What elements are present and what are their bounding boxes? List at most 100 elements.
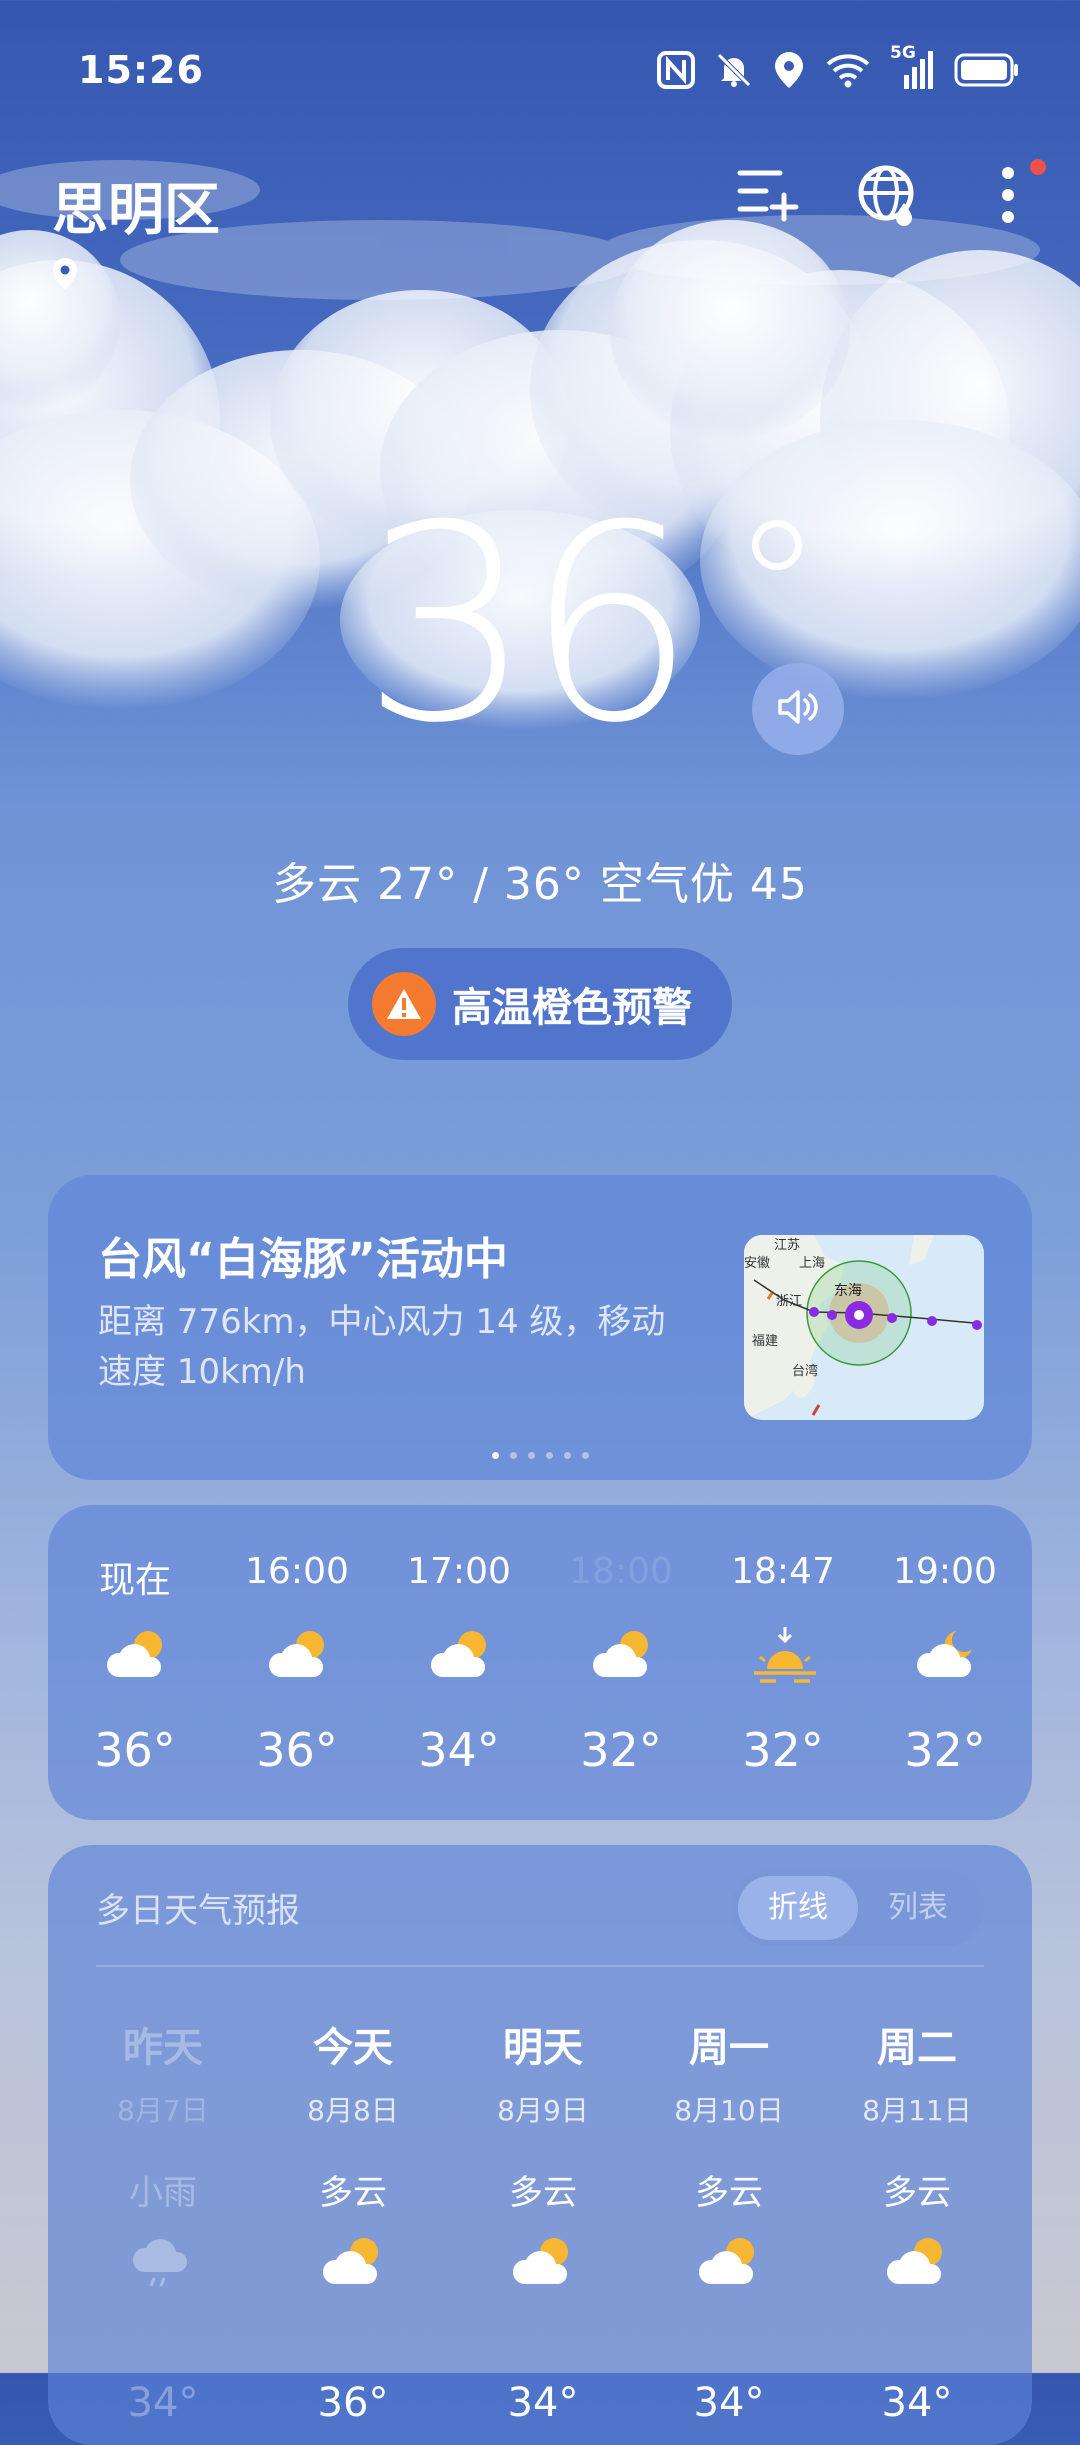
hourly-time: 18:47	[731, 1551, 835, 1592]
daily-item[interactable]: 明天 8月9日 多云 34°	[448, 2015, 638, 2435]
heat-warning-button[interactable]: 高温橙色预警	[348, 948, 732, 1060]
pagination-dot	[581, 1452, 589, 1459]
map-label-donghai: 东海	[834, 1283, 862, 1299]
more-menu-button[interactable]	[976, 159, 1046, 229]
typhoon-description: 距离 776km，中心风力 14 级，移动速度 10km/h	[98, 1302, 666, 1392]
current-temperature: 36	[361, 467, 697, 782]
wifi-icon	[824, 50, 872, 90]
typhoon-title: 台风“白海豚”活动中	[98, 1234, 508, 1285]
hourly-item: 18:00 32°	[546, 1505, 696, 1820]
hourly-time: 16:00	[245, 1551, 349, 1592]
partly-cloudy-icon	[694, 2232, 764, 2292]
pagination-dot	[563, 1452, 571, 1459]
partly-cloudy-icon	[426, 1625, 496, 1689]
rain-icon	[128, 2232, 198, 2292]
hourly-time: 现在	[98, 1560, 171, 1601]
day-date: 8月11日	[862, 2094, 972, 2127]
partly-cloudy-icon	[264, 1625, 334, 1689]
day-date: 8月7日	[117, 2094, 209, 2127]
signal-icon: 5G	[890, 43, 936, 91]
hourly-time: 18:00	[569, 1551, 673, 1592]
warning-icon	[372, 972, 436, 1036]
hourly-forecast-card: 现在 36° 16:00 36° 17:00 34° 18:00 32° 18:47 32° 19:…	[48, 1505, 1032, 1820]
daily-item[interactable]: 周二 8月11日多云 34°	[822, 2015, 1012, 2435]
day-date: 8月8日	[307, 2094, 399, 2127]
day-high-temperature: 36°	[317, 2380, 389, 2426]
current-location-icon	[52, 257, 78, 295]
sunset-icon	[750, 1625, 820, 1693]
day-high-temperature: 34°	[881, 2380, 953, 2426]
carousel-pagination	[48, 1452, 1032, 1459]
partly-cloudy-icon	[508, 2232, 578, 2292]
globe-button[interactable]	[856, 165, 920, 229]
pagination-dot	[509, 1452, 517, 1459]
view-toggle[interactable]: 折线 列表	[732, 1870, 984, 1946]
forecast-title: 多日天气预报	[96, 1891, 300, 1931]
degree-symbol	[752, 520, 802, 570]
map-label-anhui: 安徽	[744, 1256, 770, 1271]
weather-summary: 多云 27° / 36° 空气优 45	[272, 859, 808, 910]
hourly-temperature: 36°	[94, 1723, 176, 1777]
day-condition: 多云	[319, 2173, 387, 2213]
day-name: 今天	[313, 2025, 393, 2071]
hourly-time: 19:00	[893, 1551, 997, 1592]
add-city-button[interactable]	[736, 165, 800, 229]
hourly-temperature: 32°	[742, 1723, 824, 1777]
notification-dot	[1030, 159, 1046, 175]
battery-icon	[954, 52, 1020, 88]
voice-broadcast-button[interactable]	[752, 663, 844, 755]
map-label-shanghai: 上海	[799, 1256, 825, 1271]
partly-cloudy-night-icon	[912, 1625, 982, 1689]
status-time: 15:26	[78, 48, 204, 92]
hourly-time: 17:00	[407, 1551, 511, 1592]
day-condition: 多云	[883, 2173, 951, 2213]
hourly-temperature: 32°	[904, 1723, 986, 1777]
hourly-item: 现在 36°	[60, 1505, 210, 1820]
typhoon-map[interactable]: 江苏 安徽 上海 浙江 东海 福建 台湾	[744, 1235, 984, 1420]
city-name[interactable]: 思明区	[52, 165, 220, 246]
map-label-jiangsu: 江苏	[774, 1237, 800, 1253]
toggle-list-view[interactable]: 列表	[858, 1876, 978, 1940]
hourly-item: 17:00 34°	[384, 1505, 534, 1820]
day-name: 周二	[877, 2025, 957, 2071]
map-label-fujian: 福建	[752, 1334, 778, 1349]
day-condition: 多云	[695, 2173, 763, 2213]
hourly-temperature: 32°	[580, 1723, 662, 1777]
warning-label: 高温橙色预警	[452, 985, 692, 1031]
network-type-label: 5G	[890, 43, 916, 63]
toggle-chart-view[interactable]: 折线	[738, 1876, 858, 1940]
location-icon	[772, 50, 806, 90]
daily-item[interactable]: 昨天 8月7日小雨 34°	[68, 2015, 258, 2435]
day-condition: 多云	[509, 2173, 577, 2213]
pagination-dot	[491, 1452, 499, 1459]
app-header: 思明区	[52, 159, 1046, 290]
header-actions	[736, 159, 1046, 229]
status-icons: 5G	[656, 43, 1020, 91]
day-name: 明天	[503, 2025, 583, 2071]
hourly-item: 19:00 32°	[870, 1505, 1020, 1820]
more-icon	[1000, 165, 1016, 229]
status-bar: 15:26 5G	[78, 40, 1020, 100]
daily-item[interactable]: 今天 8月8日多云 36°	[258, 2015, 448, 2435]
forecast-divider	[96, 1965, 984, 1967]
daily-item[interactable]: 周一 8月10日 多云 34°	[634, 2015, 824, 2435]
day-high-temperature: 34°	[127, 2380, 199, 2426]
day-condition: 小雨	[129, 2173, 197, 2213]
hourly-temperature: 36°	[256, 1723, 338, 1777]
add-city-icon	[736, 167, 800, 227]
mute-bell-icon	[714, 50, 754, 90]
typhoon-card[interactable]: 台风“白海豚”活动中 距离 776km，中心风力 14 级，移动速度 10km/…	[48, 1175, 1032, 1480]
nfc-icon	[656, 50, 696, 90]
hourly-item: 18:47 32°	[708, 1505, 858, 1820]
globe-icon	[856, 163, 920, 231]
partly-cloudy-icon	[588, 1625, 658, 1689]
day-name: 昨天	[123, 2025, 203, 2071]
day-date: 8月10日	[674, 2094, 784, 2127]
partly-cloudy-icon	[882, 2232, 952, 2292]
partly-cloudy-icon	[102, 1625, 172, 1689]
hourly-temperature: 34°	[418, 1723, 500, 1777]
day-high-temperature: 34°	[693, 2380, 765, 2426]
map-label-taiwan: 台湾	[792, 1363, 818, 1379]
day-high-temperature: 34°	[507, 2380, 579, 2426]
pagination-dot	[545, 1452, 553, 1459]
